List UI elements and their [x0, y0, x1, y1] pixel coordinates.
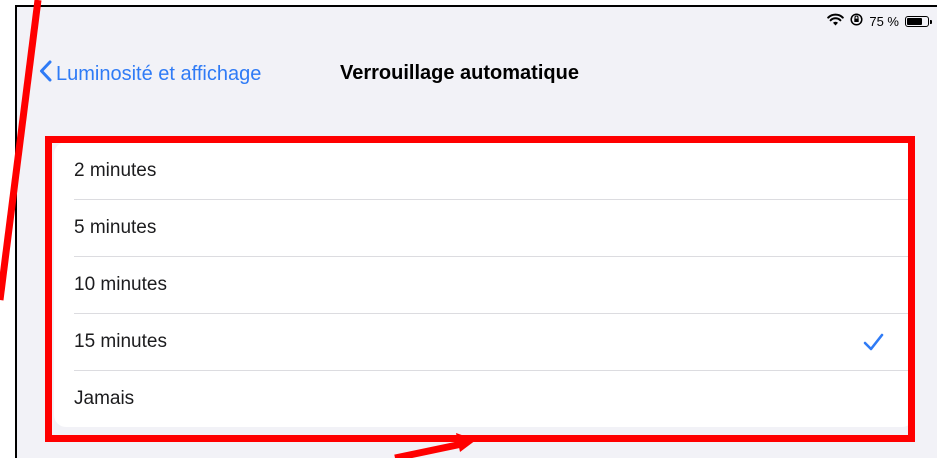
option-5-minutes[interactable]: 5 minutes [54, 199, 914, 256]
wifi-icon [827, 13, 845, 29]
option-10-minutes[interactable]: 10 minutes [54, 256, 914, 313]
option-label: 2 minutes [74, 159, 157, 181]
device-screen: 75 % Luminosité et affichage Verrouillag… [15, 5, 937, 458]
option-2-minutes[interactable]: 2 minutes [54, 142, 914, 199]
navigation-bar: Luminosité et affichage Verrouillage aut… [17, 52, 937, 92]
rotation-lock-icon [850, 13, 863, 29]
battery-percent: 75 % [869, 13, 899, 29]
page-title: Verrouillage automatique [340, 62, 579, 84]
option-label: 10 minutes [74, 273, 167, 295]
option-label: Jamais [74, 387, 135, 409]
option-jamais[interactable]: Jamais [54, 370, 914, 427]
option-label: 5 minutes [74, 216, 157, 238]
status-bar: 75 % [827, 13, 932, 29]
battery-tip [930, 19, 932, 24]
battery-icon [905, 15, 932, 27]
checkmark-icon [862, 331, 884, 353]
battery-level [907, 17, 922, 25]
auto-lock-options-list: 2 minutes 5 minutes 10 minutes 15 minute… [54, 142, 914, 427]
chevron-left-icon [39, 60, 52, 88]
option-label: 15 minutes [74, 330, 167, 352]
option-15-minutes[interactable]: 15 minutes [54, 313, 914, 370]
back-button-label: Luminosité et affichage [56, 62, 262, 85]
back-button[interactable]: Luminosité et affichage [39, 60, 261, 88]
